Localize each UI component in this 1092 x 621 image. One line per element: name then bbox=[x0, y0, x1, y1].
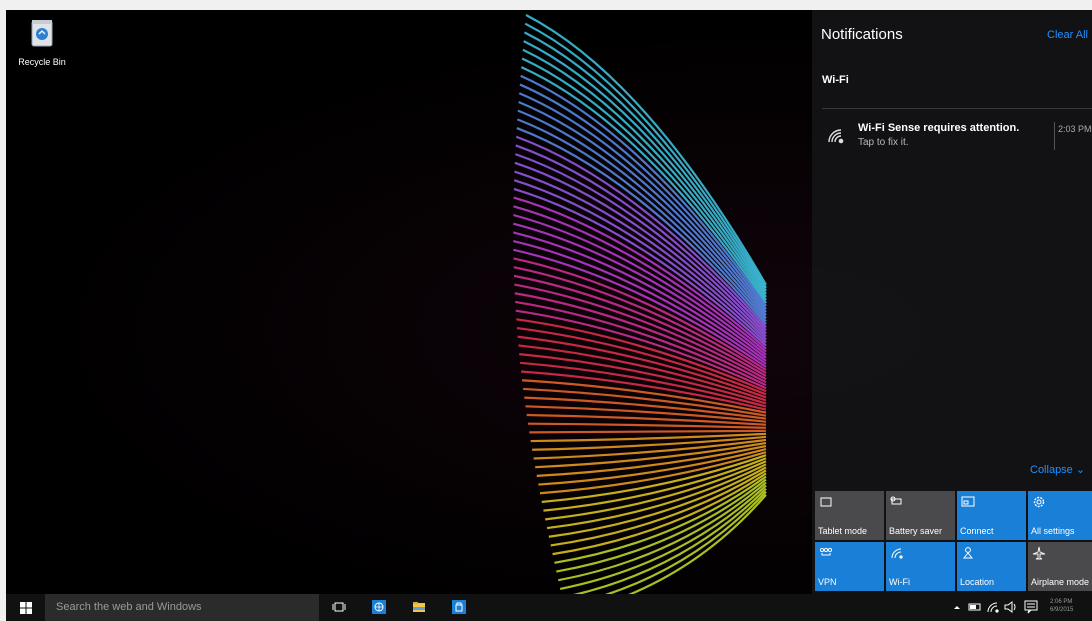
wifi-icon[interactable] bbox=[986, 600, 1000, 614]
action-center-panel: Notifications Clear All Wi-Fi Wi-Fi Sens… bbox=[812, 10, 1092, 594]
notification-item[interactable]: Wi-Fi Sense requires attention. Tap to f… bbox=[812, 114, 1092, 154]
quick-action-vpn[interactable]: VPN bbox=[815, 542, 884, 591]
folder-icon bbox=[413, 602, 425, 612]
file-explorer-button[interactable] bbox=[404, 594, 434, 621]
quick-action-wifi[interactable]: Wi-Fi bbox=[886, 542, 955, 591]
quick-action-label: All settings bbox=[1031, 526, 1075, 536]
quick-action-battery-saver[interactable]: Battery saver bbox=[886, 491, 955, 540]
search-placeholder: Search the web and Windows bbox=[56, 601, 202, 613]
quick-action-tablet-mode[interactable]: Tablet mode bbox=[815, 491, 884, 540]
wifi-icon bbox=[828, 129, 844, 144]
chevron-down-icon: ⌄ bbox=[1075, 464, 1086, 476]
task-view-icon bbox=[332, 602, 346, 612]
edge-button[interactable] bbox=[364, 594, 394, 621]
notification-body: Tap to fix it. bbox=[858, 137, 909, 148]
volume-icon[interactable] bbox=[1004, 600, 1018, 614]
chevron-up-icon[interactable] bbox=[950, 600, 964, 614]
notification-title: Wi-Fi Sense requires attention. bbox=[858, 122, 1020, 134]
action-center-icon[interactable] bbox=[1024, 600, 1038, 614]
window-frame-top bbox=[0, 0, 1092, 10]
quick-action-label: Tablet mode bbox=[818, 526, 868, 536]
taskbar: Search the web and Windows 2:06 PM 6/9/2… bbox=[6, 594, 1092, 621]
action-center-title: Notifications bbox=[821, 26, 903, 43]
vpn-icon bbox=[819, 547, 833, 556]
clock-time: 2:06 PM bbox=[1050, 599, 1073, 605]
store-button[interactable] bbox=[444, 594, 474, 621]
notification-group-header[interactable]: Wi-Fi bbox=[822, 74, 849, 86]
gear-icon bbox=[1033, 496, 1045, 508]
windows-start-icon[interactable] bbox=[20, 602, 32, 614]
taskbar-clock[interactable]: 2:06 PM 6/9/2015 bbox=[1050, 598, 1073, 614]
quick-action-airplane-mode[interactable]: Airplane mode bbox=[1028, 542, 1092, 591]
quick-action-label: Connect bbox=[960, 526, 994, 536]
quick-action-connect[interactable]: Connect bbox=[957, 491, 1026, 540]
airplane-icon bbox=[1032, 546, 1046, 560]
battery-saver-icon bbox=[890, 496, 902, 505]
tablet-mode-icon bbox=[820, 497, 832, 507]
quick-actions: Tablet mode Battery saver Connect All se… bbox=[815, 491, 1092, 594]
quick-action-label: Airplane mode bbox=[1031, 577, 1090, 587]
location-icon bbox=[962, 547, 974, 559]
quick-action-label: Battery saver bbox=[889, 526, 943, 536]
quick-action-label: Location bbox=[960, 577, 995, 587]
desktop-icon-label: Recycle Bin bbox=[18, 57, 66, 67]
divider bbox=[822, 108, 1092, 109]
notification-time: 2:03 PM bbox=[1058, 124, 1092, 134]
clear-all-link[interactable]: Clear All bbox=[1047, 29, 1088, 41]
recycle-bin-icon bbox=[31, 20, 53, 47]
collapse-label: Collapse bbox=[1030, 464, 1073, 476]
search-input[interactable]: Search the web and Windows bbox=[45, 594, 319, 621]
wifi-icon bbox=[891, 548, 903, 559]
battery-icon[interactable] bbox=[968, 600, 982, 614]
desktop-icon-recycle-bin[interactable]: Recycle Bin bbox=[12, 18, 72, 67]
quick-action-all-settings[interactable]: All settings bbox=[1028, 491, 1092, 540]
divider bbox=[1054, 122, 1055, 150]
store-icon bbox=[452, 600, 466, 614]
quick-action-label: VPN bbox=[818, 577, 837, 587]
task-view-button[interactable] bbox=[324, 594, 354, 621]
collapse-button[interactable]: Collapse ⌄ bbox=[1030, 463, 1085, 476]
clock-date: 6/9/2015 bbox=[1050, 607, 1074, 613]
quick-action-location[interactable]: Location bbox=[957, 542, 1026, 591]
globe-icon bbox=[372, 600, 386, 614]
connect-icon bbox=[961, 496, 975, 507]
quick-action-label: Wi-Fi bbox=[889, 577, 910, 587]
